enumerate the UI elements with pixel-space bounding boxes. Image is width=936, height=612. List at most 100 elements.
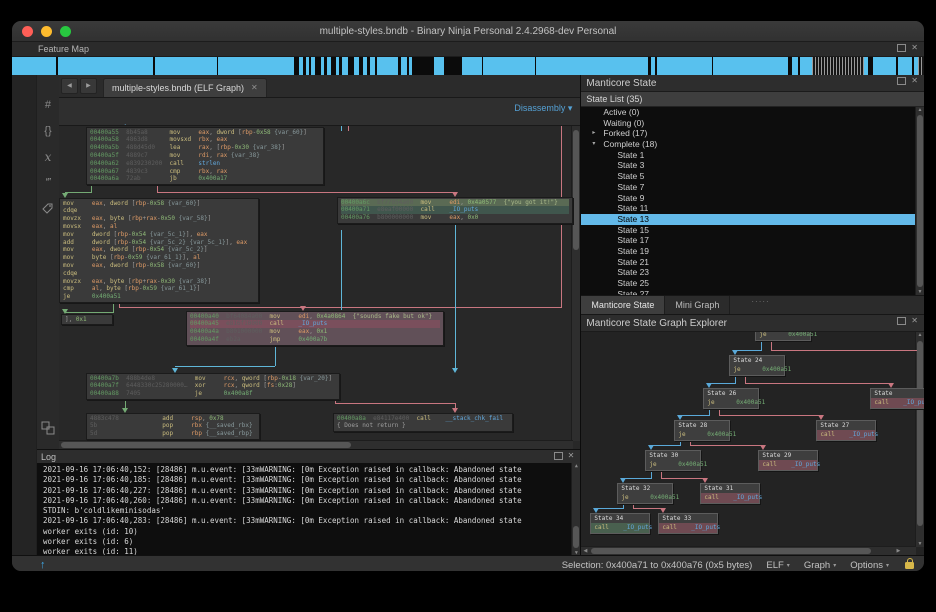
state-graph-node[interactable]: State 34call _IO_puts	[590, 513, 650, 534]
state-list-item[interactable]: State 23	[581, 267, 924, 278]
explorer-vertical-scrollbar[interactable]: ▲ ▼	[915, 332, 924, 547]
state-graph-node[interactable]: State 29call _IO_puts	[758, 450, 818, 471]
asm-basic-block[interactable]: 00400a6c bf77054a00 mov edi, 0x4a0577 {"…	[337, 197, 573, 224]
asm-row[interactable]: mov eax, dword [rbp-0x54 {var_5c_2}]	[63, 246, 255, 254]
asm-row[interactable]: 4883c478 add rsp, 0x78	[90, 415, 256, 423]
layers-icon[interactable]	[41, 421, 55, 435]
log-output[interactable]: ▲ ▼ 2021-09-16 17:06:40,152: [28486] m.u…	[37, 463, 580, 556]
state-list-scrollbar[interactable]: ▲ ▼	[915, 107, 924, 295]
state-list-item[interactable]: State 15	[581, 225, 924, 236]
asm-row[interactable]: 5d pop rbp {__saved_rbp}	[90, 430, 256, 438]
state-list-item[interactable]: State 3	[581, 160, 924, 171]
asm-row[interactable]: movzx eax, byte [rbp+rax-0x30 {var_38}]	[63, 278, 255, 286]
asm-basic-block[interactable]: 00400a7b 488b4de8 mov rcx, qword [rbp-0x…	[86, 373, 340, 400]
asm-row[interactable]: 00400a40 bf64084a00 mov edi, 0x4a0864 {"…	[190, 313, 440, 321]
asm-row[interactable]: movzx eax, byte [rbp+rax-0x50 {var_58}]	[63, 215, 255, 223]
state-list-item[interactable]: State 5	[581, 171, 924, 182]
asm-row[interactable]: 00400a5f 4889c7 mov rdi, rax {var_38}	[90, 152, 320, 160]
asm-row[interactable]: cmp al, byte [rbp-0x59 {var_61_1}]	[63, 285, 255, 293]
asm-row[interactable]: 00400a7f 6448330c25280000… xor rcx, qwor…	[90, 382, 336, 390]
feature-map[interactable]	[12, 57, 924, 75]
asm-row[interactable]: 00400a88 7405 je 0x400a8f	[90, 390, 336, 398]
state-category[interactable]: ▸Forked (17)	[581, 128, 924, 139]
asm-row[interactable]: 5b pop rbx {__saved_rbx}	[90, 422, 256, 430]
state-list-item[interactable]: State 11	[581, 203, 924, 214]
filetype-menu[interactable]: ELF▾	[766, 560, 789, 571]
asm-row[interactable]: mov byte [rbp-0x59 {var_61_1}], al	[63, 254, 255, 262]
state-graph-node[interactable]: je 0x400a51	[755, 332, 811, 341]
close-icon[interactable]: ✕	[911, 44, 918, 52]
view-mode-dropdown[interactable]: Disassembly ▾	[514, 102, 572, 114]
asm-row[interactable]: ], 0x1	[65, 316, 109, 324]
state-graph-node[interactable]: State 24je 0x400a51	[729, 355, 785, 376]
nav-forward-button[interactable]: ▶	[80, 78, 97, 94]
asm-row[interactable]: cdqe	[63, 270, 255, 278]
asm-row[interactable]: add dword [rbp-0x54 {var_5c_2} {var_5c_1…	[63, 239, 255, 247]
document-tab[interactable]: multiple-styles.bndb (ELF Graph) ✕	[103, 78, 267, 97]
lock-icon[interactable]	[905, 562, 914, 569]
state-graph-node[interactable]: State 30je 0x400a51	[645, 450, 701, 471]
tab-mini-graph[interactable]: Mini Graph	[665, 296, 730, 314]
state-category[interactable]: Active (0)	[581, 107, 924, 118]
viewtype-menu[interactable]: Graph▾	[804, 560, 836, 571]
tab-close-icon[interactable]: ✕	[251, 83, 258, 92]
popout-icon[interactable]	[554, 452, 563, 460]
state-list-item[interactable]: State 7	[581, 182, 924, 193]
state-list[interactable]: Active (0)Waiting (0)▸Forked (17)▾Comple…	[581, 107, 924, 295]
close-icon[interactable]: ✕	[911, 77, 918, 85]
asm-row[interactable]: cdqe	[63, 207, 255, 215]
state-graph-node[interactable]: State 27call _IO_puts	[816, 420, 876, 441]
popout-icon[interactable]	[897, 44, 906, 52]
tab-manticore-state[interactable]: Manticore State	[581, 296, 665, 314]
state-list-item[interactable]: State 1	[581, 150, 924, 161]
asm-row[interactable]: 00400a8a e84117e400 call __stack_chk_fai…	[337, 415, 509, 423]
state-list-item[interactable]: State 9	[581, 193, 924, 204]
disassembly-graph[interactable]: 00400a55 8b45a8 mov eax, dword [rbp-0x58…	[59, 126, 580, 449]
hash-icon[interactable]: #	[45, 99, 51, 111]
state-category[interactable]: ▾Complete (18)	[581, 139, 924, 150]
asm-row[interactable]: 00400a5b 488d45d0 lea rax, [rbp-0x30 {va…	[90, 144, 320, 152]
asm-basic-block[interactable]: ], 0x1	[61, 314, 113, 326]
asm-row[interactable]: 00400a7b 488b4de8 mov rcx, qword [rbp-0x…	[90, 375, 336, 383]
function-braces-icon[interactable]: {}	[44, 125, 51, 137]
asm-basic-block[interactable]: 00400a40 bf64084a00 mov edi, 0x4a0864 {"…	[186, 311, 444, 346]
state-graph-node[interactable]: State 26je 0x400a51	[703, 388, 759, 409]
asm-row[interactable]: 00400a6a 72ab jb 0x400a17	[90, 175, 320, 183]
splitter-handle[interactable]: ·····	[751, 297, 769, 306]
asm-row[interactable]: mov eax, dword [rbp-0x58 {var_60}]	[63, 200, 255, 208]
update-arrow-icon[interactable]: ↑	[40, 559, 46, 571]
state-graph-node[interactable]: State 31call _IO_puts	[700, 483, 760, 504]
asm-row[interactable]: 00400a6c bf77054a00 mov edi, 0x4a0577 {"…	[341, 199, 569, 207]
state-graph-node[interactable]: State 32je 0x400a51	[617, 483, 673, 504]
asm-row[interactable]: je 0x400a51	[63, 293, 255, 301]
state-list-item[interactable]: State 17	[581, 235, 924, 246]
close-icon[interactable]: ✕	[568, 452, 575, 460]
asm-row[interactable]: 00400a58 4863d8 movsxd rbx, eax	[90, 136, 320, 144]
explorer-horizontal-scrollbar[interactable]: ◀ ▶	[581, 546, 916, 555]
state-list-item[interactable]: State 21	[581, 257, 924, 268]
asm-basic-block[interactable]: 00400a8a e84117e400 call __stack_chk_fai…	[333, 413, 513, 433]
asm-basic-block[interactable]: 00400a55 8b45a8 mov eax, dword [rbp-0x58…	[86, 127, 324, 186]
asm-row[interactable]: 00400a76 b800000000 mov eax, 0x0	[341, 214, 569, 222]
state-graph-explorer[interactable]: ▲ ▼ ◀ ▶ je 0x400a51 State 24je 0x400a51 St…	[581, 332, 924, 555]
nav-back-button[interactable]: ◀	[61, 78, 78, 94]
asm-row[interactable]: 00400a67 4839c3 cmp rbx, rax	[90, 168, 320, 176]
asm-row[interactable]: movsx eax, al	[63, 223, 255, 231]
state-graph-node[interactable]: Statecall _IO_puts	[870, 388, 924, 409]
asm-row[interactable]: 00400a62 e839230200 call strlen	[90, 160, 320, 168]
graph-vertical-scrollbar[interactable]	[571, 126, 580, 441]
state-graph-node[interactable]: State 33call _IO_puts	[658, 513, 718, 534]
state-graph-node[interactable]: State 28je 0x400a51	[674, 420, 730, 441]
state-category[interactable]: Waiting (0)	[581, 118, 924, 129]
asm-row[interactable]: 00400a4a b801000000 mov eax, 0x1	[190, 328, 440, 336]
tag-icon[interactable]	[42, 203, 53, 214]
state-list-item[interactable]: State 25	[581, 278, 924, 289]
close-icon[interactable]: ✕	[911, 317, 918, 325]
asm-row[interactable]: 00400a4f eb2a jmp 0x400a7b	[190, 336, 440, 344]
xrefs-icon[interactable]: x	[45, 151, 52, 163]
asm-basic-block[interactable]: mov eax, dword [rbp-0x58 {var_60}]cdqemo…	[59, 198, 259, 303]
strings-icon[interactable]: “”	[46, 177, 51, 189]
popout-icon[interactable]	[897, 77, 906, 85]
log-scrollbar[interactable]: ▲ ▼	[571, 463, 580, 556]
state-list-item[interactable]: State 13	[581, 214, 924, 225]
